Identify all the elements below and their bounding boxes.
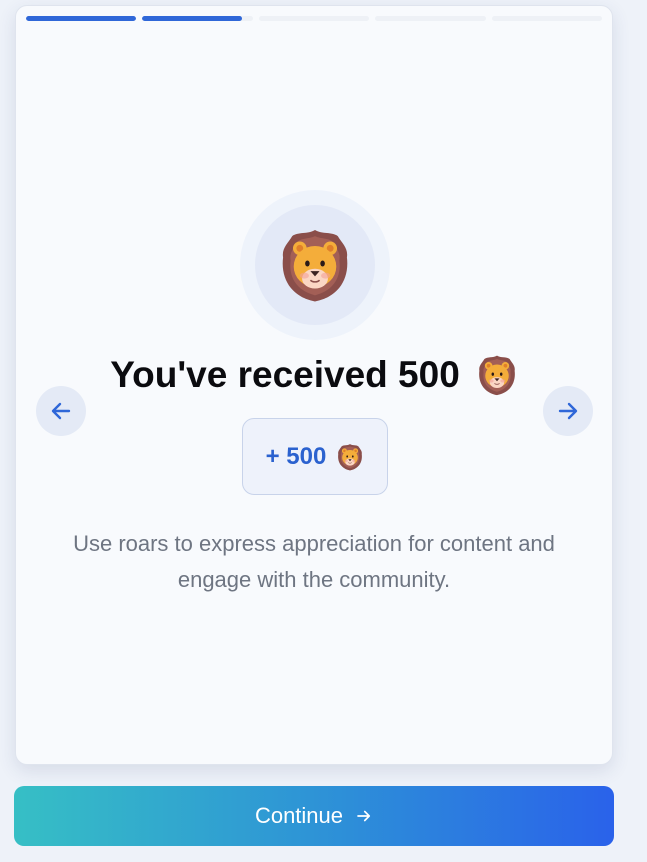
progress-segment (26, 16, 137, 21)
arrow-right-icon (558, 402, 578, 420)
step-progress (26, 16, 603, 21)
slide-title: You've received 500 (110, 354, 460, 395)
lion-icon (336, 443, 364, 471)
continue-label: Continue (254, 803, 344, 828)
icon-halo (240, 190, 390, 340)
onboarding-stage: You've received 500 + 500 Use roars to e… (0, 0, 647, 862)
progress-segment (491, 16, 603, 21)
arrow-left-icon (51, 402, 71, 420)
lion-icon (277, 227, 353, 303)
slide-title-row: You've received 500 (16, 354, 612, 396)
reward-amount: + 500 (265, 442, 327, 470)
onboarding-card: You've received 500 + 500 Use roars to e… (15, 5, 613, 765)
continue-button[interactable]: Continue (14, 786, 614, 846)
progress-segment-fill (142, 16, 242, 21)
slide-description: Use roars to express appreciation for co… (73, 531, 555, 592)
lion-icon (476, 354, 518, 396)
reward-badge: + 500 (242, 418, 388, 495)
progress-segment (142, 16, 253, 21)
progress-segment (258, 16, 370, 21)
previous-slide-button[interactable] (36, 386, 86, 436)
progress-segment (375, 16, 486, 21)
arrow-right-icon (357, 810, 371, 822)
progress-segment-fill (26, 16, 137, 21)
icon-circle (255, 205, 375, 325)
next-slide-button[interactable] (543, 386, 593, 436)
